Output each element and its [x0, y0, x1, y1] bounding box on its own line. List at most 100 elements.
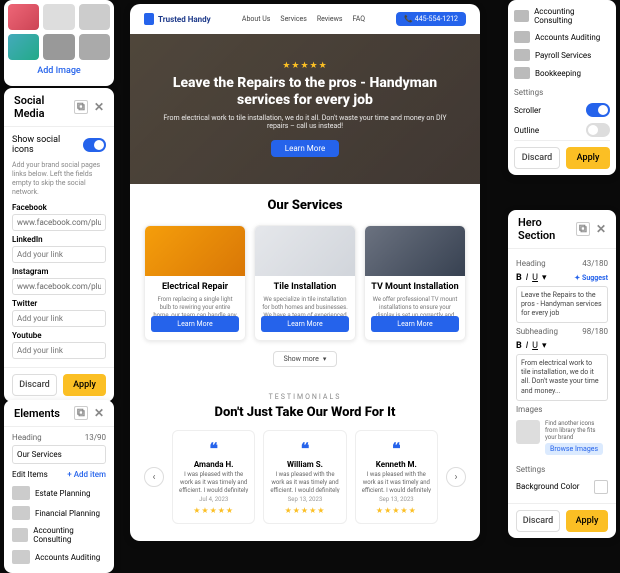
testimonial-stars: ★★★★★ [361, 506, 432, 515]
learn-more-button[interactable]: Learn More [371, 316, 459, 332]
add-image-button[interactable]: Add Image [8, 60, 110, 82]
element-item[interactable]: Estate Planning [12, 483, 106, 503]
next-arrow-button[interactable]: › [446, 467, 466, 487]
italic-icon[interactable]: I [526, 273, 528, 283]
image-thumb[interactable] [43, 34, 74, 60]
outline-toggle[interactable] [586, 123, 610, 137]
italic-icon[interactable]: I [526, 341, 528, 351]
heading-count: 43/180 [582, 259, 608, 268]
copy-icon[interactable]: ⧉ [74, 100, 88, 114]
bold-icon[interactable]: B [516, 341, 522, 351]
chevron-down-icon[interactable]: ▾ [542, 341, 547, 351]
nav-link[interactable]: Services [280, 15, 306, 23]
bold-icon[interactable]: B [516, 273, 522, 283]
service-card: Electrical RepairFrom replacing a single… [144, 225, 246, 341]
images-label: Images [516, 405, 542, 414]
nav-link[interactable]: FAQ [352, 15, 365, 23]
heading-textarea[interactable]: Leave the Repairs to the pros - Handyman… [516, 286, 608, 323]
scroller-toggle[interactable] [586, 103, 610, 117]
image-thumb[interactable] [516, 420, 540, 444]
image-thumb[interactable] [79, 34, 110, 60]
facebook-input[interactable] [12, 214, 106, 231]
youtube-label: Youtube [12, 331, 106, 340]
chevron-down-icon[interactable]: ▾ [542, 273, 547, 283]
list-item[interactable]: Accounting Consulting [514, 4, 610, 28]
learn-more-button[interactable]: Learn More [261, 316, 349, 332]
apply-button[interactable]: Apply [566, 510, 608, 532]
subheading-count: 98/180 [582, 327, 608, 336]
service-desc: We specialize in tile installation for b… [255, 292, 355, 316]
image-thumb[interactable] [79, 4, 110, 30]
testimonials-heading: Don't Just Take Our Word For It [144, 405, 466, 420]
browse-images-button[interactable]: Browse Images [545, 443, 603, 455]
list-item[interactable]: Bookkeeping [514, 64, 610, 82]
element-item[interactable]: Accounting Consulting [12, 523, 106, 547]
copy-icon[interactable]: ⧉ [74, 406, 88, 420]
edit-items-label: Edit Items [12, 470, 48, 479]
subheading-textarea[interactable]: From electrical work to tile installatio… [516, 354, 608, 400]
suggest-button[interactable]: ✦ Suggest [574, 274, 608, 282]
twitter-input[interactable] [12, 310, 106, 327]
discard-button[interactable]: Discard [12, 374, 57, 396]
testimonial-text: I was pleased with the work as it was ti… [361, 471, 432, 493]
image-hint: Find another icons from library the fits… [545, 420, 595, 441]
show-icons-toggle[interactable] [83, 138, 106, 152]
linkedin-input[interactable] [12, 246, 106, 263]
show-more-button[interactable]: Show more▾ [273, 351, 338, 367]
testimonial-date: Sep 13, 2023 [361, 496, 432, 503]
social-title: Social Media [14, 94, 74, 120]
nav-link[interactable]: Reviews [317, 15, 343, 23]
image-thumb[interactable] [8, 4, 39, 30]
elements-title: Elements [14, 407, 60, 420]
settings-label: Settings [514, 88, 610, 97]
close-icon[interactable]: ✕ [94, 100, 104, 114]
add-item-button[interactable]: + Add item [67, 470, 106, 479]
underline-icon[interactable]: U [532, 273, 538, 283]
heading-input[interactable] [12, 445, 106, 464]
discard-button[interactable]: Discard [516, 510, 560, 532]
heading-label: Heading [516, 259, 546, 268]
phone-cta-button[interactable]: 📞 445-554-1212 [396, 12, 466, 26]
close-icon[interactable]: ✕ [94, 406, 104, 420]
apply-button[interactable]: Apply [63, 374, 106, 396]
discard-button[interactable]: Discard [514, 147, 560, 169]
service-image [255, 226, 355, 276]
testimonial-date: Sep 13, 2023 [269, 496, 340, 503]
nav-link[interactable]: About Us [242, 15, 271, 23]
list-item[interactable]: Accounts Auditing [514, 28, 610, 46]
scroller-label: Scroller [514, 106, 541, 115]
prev-arrow-button[interactable]: ‹ [144, 467, 164, 487]
testimonial-stars: ★★★★★ [269, 506, 340, 515]
image-thumb[interactable] [43, 4, 74, 30]
underline-icon[interactable]: U [532, 341, 538, 351]
hero-heading: Leave the Repairs to the pros - Handyman… [160, 75, 450, 109]
copy-icon[interactable]: ⧉ [576, 222, 590, 236]
list-item[interactable]: Payroll Services [514, 46, 610, 64]
show-icons-label: Show social icons [12, 135, 83, 155]
element-item[interactable]: Financial Planning [12, 503, 106, 523]
service-card: Tile InstallationWe specialize in tile i… [254, 225, 356, 341]
testimonial-name: Kenneth M. [361, 460, 432, 469]
testimonial-date: Jul 4, 2023 [178, 496, 249, 503]
heading-label: Heading [12, 433, 42, 442]
learn-more-button[interactable]: Learn More [271, 140, 339, 157]
quote-icon: ❝ [361, 439, 432, 458]
image-thumb[interactable] [8, 34, 39, 60]
apply-button[interactable]: Apply [566, 147, 610, 169]
testimonial-name: Amanda H. [178, 460, 249, 469]
service-title: Electrical Repair [145, 282, 245, 292]
testimonial-card: ❝ Kenneth M. I was pleased with the work a… [355, 430, 438, 524]
learn-more-button[interactable]: Learn More [151, 316, 239, 332]
bg-color-swatch[interactable] [594, 480, 608, 494]
element-item[interactable]: Accounts Auditing [12, 547, 106, 567]
service-image [145, 226, 245, 276]
service-desc: From replacing a single light bulb to re… [145, 292, 245, 316]
element-item-label: Estate Planning [35, 489, 91, 498]
list-item-label: Accounting Consulting [534, 7, 610, 25]
element-item-label: Financial Planning [35, 509, 100, 518]
service-desc: We offer professional TV mount installat… [365, 292, 465, 316]
youtube-input[interactable] [12, 342, 106, 359]
close-icon[interactable]: ✕ [596, 222, 606, 236]
outline-label: Outline [514, 126, 539, 135]
instagram-input[interactable] [12, 278, 106, 295]
